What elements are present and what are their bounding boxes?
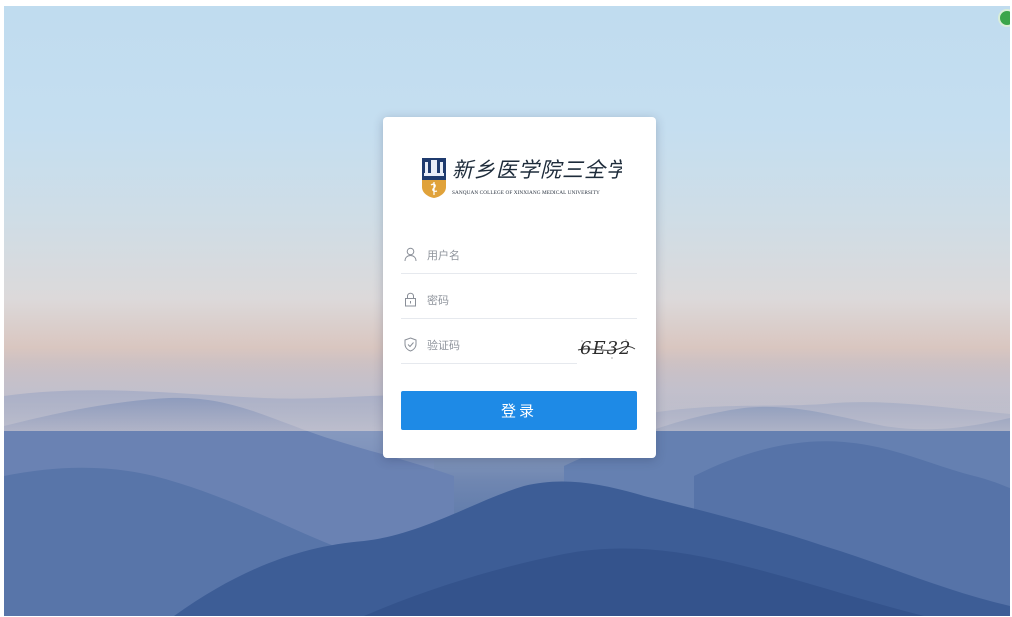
username-field	[401, 237, 637, 274]
extension-badge-icon[interactable]	[998, 9, 1010, 27]
password-field	[401, 282, 637, 319]
college-emblem-icon	[422, 158, 446, 198]
college-logo: 新乡医学院三全学院 SANQUAN COLLEGE OF XINXIANG ME…	[422, 156, 622, 202]
captcha-input[interactable]	[427, 333, 567, 357]
college-name-cn: 新乡医学院三全学院	[452, 158, 622, 182]
captcha-code: 6E32	[580, 338, 632, 359]
password-input[interactable]	[427, 288, 627, 312]
username-input[interactable]	[427, 243, 627, 267]
user-icon	[404, 247, 417, 262]
shield-icon	[404, 337, 417, 352]
lock-icon	[405, 292, 416, 307]
captcha-image[interactable]: 6E32	[576, 336, 636, 362]
college-name-en: SANQUAN COLLEGE OF XINXIANG MEDICAL UNIV…	[452, 190, 600, 196]
login-button[interactable]: 登录	[401, 391, 637, 430]
captcha-field	[401, 327, 577, 364]
